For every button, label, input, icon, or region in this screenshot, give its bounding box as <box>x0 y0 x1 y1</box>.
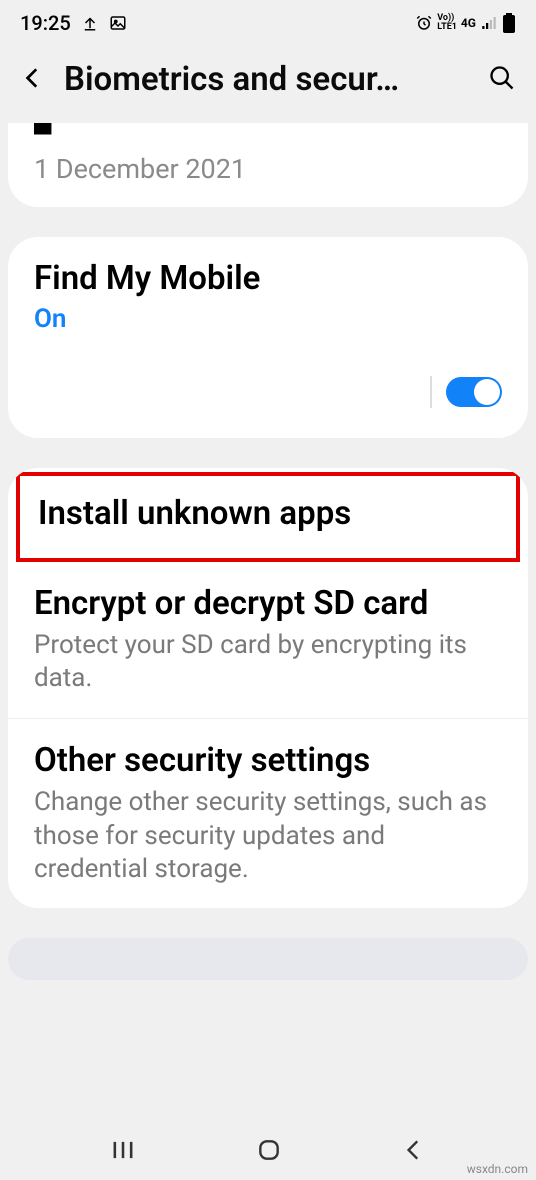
encrypt-sd-item[interactable]: Encrypt or decrypt SD card Protect your … <box>8 562 528 719</box>
encrypt-sd-desc: Protect your SD card by encrypting its d… <box>34 629 502 696</box>
find-my-mobile-toggle[interactable] <box>446 377 502 407</box>
status-left: 19:25 <box>20 11 127 35</box>
find-my-mobile-status: On <box>34 304 502 334</box>
watermark: wsxdn.com <box>467 1162 528 1176</box>
bottom-partial-card[interactable] <box>8 938 528 980</box>
toggle-divider <box>430 376 432 408</box>
page-title: Biometrics and secur… <box>64 60 470 99</box>
battery-icon <box>502 13 516 33</box>
find-my-mobile-title: Find My Mobile <box>34 259 502 298</box>
security-settings-card: Install unknown apps Encrypt or decrypt … <box>8 468 528 908</box>
back-icon[interactable] <box>20 65 46 95</box>
install-unknown-apps-title: Install unknown apps <box>38 494 498 534</box>
volte-icon: Vo))LTE1 <box>437 14 457 32</box>
update-date: 1 December 2021 <box>34 135 502 185</box>
find-my-mobile-card[interactable]: Find My Mobile On <box>8 237 528 438</box>
upload-icon <box>81 14 99 32</box>
recents-icon[interactable] <box>109 1136 137 1168</box>
navigation-bar <box>0 1124 536 1180</box>
other-security-title: Other security settings <box>34 741 502 781</box>
clipped-heading: ▊ <box>34 123 502 135</box>
app-header: Biometrics and secur… <box>0 42 536 123</box>
install-unknown-apps-item[interactable]: Install unknown apps <box>16 472 520 562</box>
image-icon <box>109 14 127 32</box>
update-card[interactable]: ▊ 1 December 2021 <box>8 123 528 207</box>
home-icon[interactable] <box>256 1137 282 1167</box>
other-security-item[interactable]: Other security settings Change other sec… <box>8 719 528 908</box>
search-icon[interactable] <box>488 64 516 96</box>
status-time: 19:25 <box>20 11 71 35</box>
status-right: Vo))LTE1 4G <box>415 13 516 33</box>
network-icon: 4G <box>461 16 476 30</box>
toggle-row <box>34 376 502 408</box>
other-security-desc: Change other security settings, such as … <box>34 786 502 886</box>
nav-back-icon[interactable] <box>401 1137 427 1167</box>
status-bar: 19:25 Vo))LTE1 4G <box>0 0 536 42</box>
alarm-icon <box>415 14 433 32</box>
signal-icon <box>480 14 498 32</box>
encrypt-sd-title: Encrypt or decrypt SD card <box>34 584 502 624</box>
